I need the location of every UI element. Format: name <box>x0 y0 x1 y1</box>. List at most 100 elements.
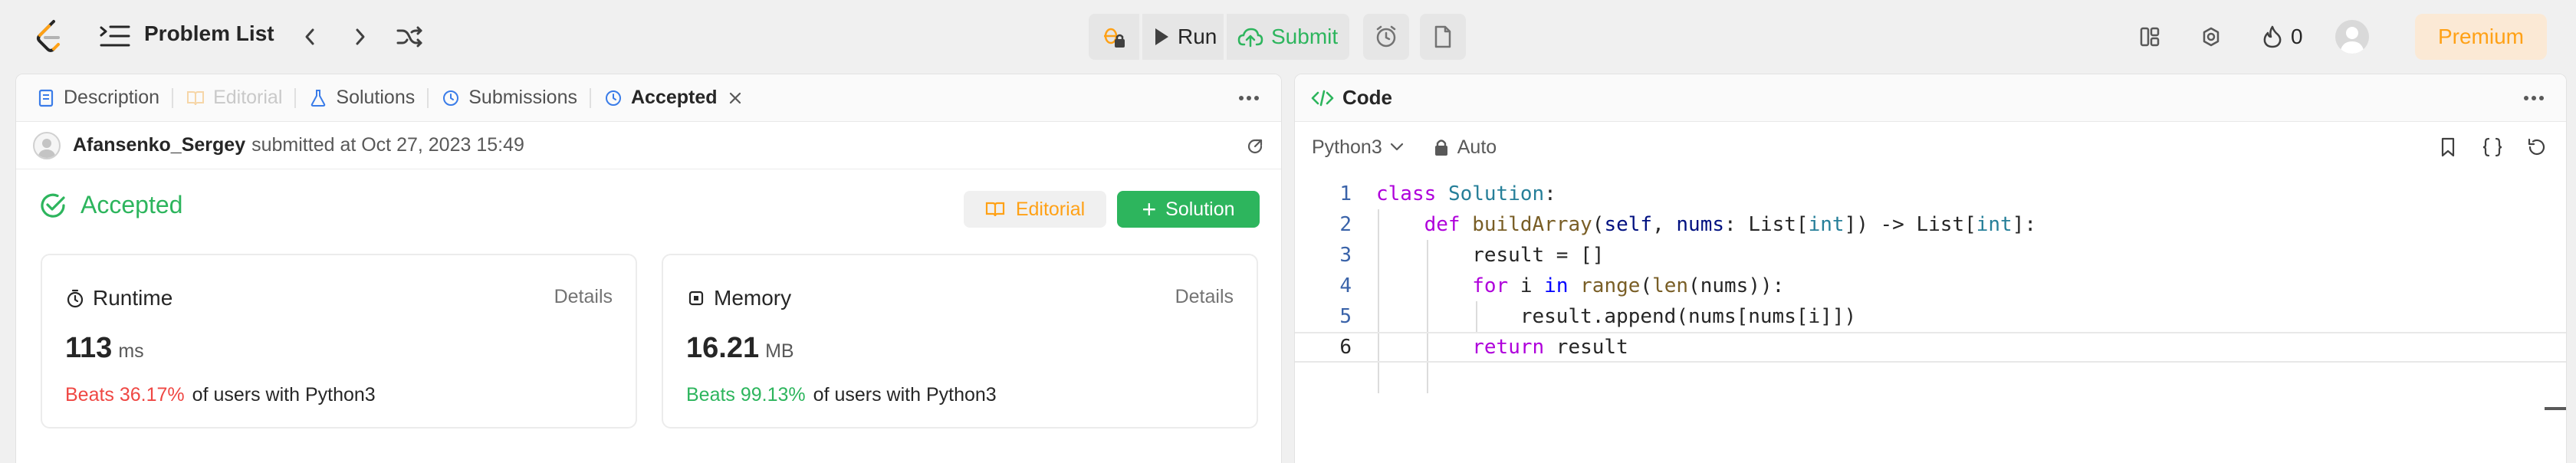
previous-problem-button[interactable] <box>294 21 325 52</box>
bookmark-button[interactable] <box>2433 132 2463 163</box>
tab-accepted-label: Accepted <box>630 87 718 108</box>
code-line-current: 6 return result <box>1295 332 2566 363</box>
layout-button[interactable] <box>2134 21 2165 52</box>
submitter-username[interactable]: Afansenko_Sergey <box>73 134 245 156</box>
premium-button[interactable]: Premium <box>2415 14 2547 60</box>
tab-description[interactable]: Description <box>30 74 166 122</box>
submission-status: Accepted <box>39 191 182 219</box>
code-text: for i in range(len(nums)): <box>1472 274 1785 297</box>
plus-icon: + <box>1142 195 1157 223</box>
stopwatch-icon <box>67 289 84 308</box>
shuffle-icon <box>396 26 422 48</box>
runtime-number: 113 <box>65 332 113 364</box>
language-label: Python3 <box>1312 136 1382 158</box>
top-navigation-bar: Problem List Run Submit 0 Premium <box>0 0 2576 74</box>
timer-button[interactable] <box>1363 14 1409 60</box>
post-solution-button[interactable]: + Solution <box>1117 191 1260 228</box>
book-icon <box>985 202 1004 217</box>
code-line: 4 for i in range(len(nums)): <box>1295 271 2566 301</box>
document-icon <box>36 88 56 108</box>
alarm-clock-icon <box>1376 25 1396 48</box>
memory-details-link[interactable]: Details <box>1175 286 1234 308</box>
run-submit-group: Run Submit <box>1089 14 1466 60</box>
history-icon <box>603 88 623 108</box>
code-line: 5 result.append(nums[nums[i]]) <box>1295 301 2566 332</box>
tab-submissions-label: Submissions <box>468 87 577 108</box>
code-more-options-button[interactable] <box>2518 88 2549 108</box>
code-text: result = [] <box>1376 244 1605 267</box>
leetcode-logo-icon[interactable] <box>32 18 66 55</box>
share-icon[interactable] <box>1246 137 1264 156</box>
submission-panel: Description Editorial Solutions Submissi… <box>15 74 1282 463</box>
editorial-button[interactable]: Editorial <box>964 191 1106 228</box>
code-editor[interactable]: 1 class Solution: 2 def buildArray(self,… <box>1295 179 2566 463</box>
chevron-right-icon <box>356 28 365 45</box>
runtime-unit: ms <box>118 340 144 362</box>
code-line: 1 class Solution: <box>1295 179 2566 209</box>
runtime-title: Runtime <box>93 286 173 310</box>
flask-icon <box>308 88 328 108</box>
format-code-button[interactable] <box>2477 132 2508 163</box>
tab-solutions[interactable]: Solutions <box>302 74 421 122</box>
memory-beats-percent: Beats 99.13% <box>686 384 806 406</box>
check-circle-icon <box>41 193 65 218</box>
more-options-button[interactable] <box>1234 88 1264 108</box>
memory-card[interactable]: Memory Details 16.21 MB Beats 99.13% of u… <box>662 254 1258 429</box>
code-text: def buildArray(self, nums: List[int]) ->… <box>1424 213 2037 236</box>
line-number: 4 <box>1339 274 1352 297</box>
tab-editorial-label: Editorial <box>213 87 283 108</box>
runtime-card[interactable]: Runtime Details 113 ms Beats 36.17% of us… <box>41 254 637 429</box>
memory-beats: Beats 99.13% of users with Python3 <box>686 384 997 406</box>
streak-count: 0 <box>2291 25 2303 48</box>
overview-ruler-marker <box>2545 407 2566 410</box>
code-text: class Solution: <box>1376 182 1556 205</box>
memory-header: Memory <box>686 286 791 310</box>
editor-toolbar: Python3 Auto <box>1295 122 2566 172</box>
debug-button[interactable] <box>1089 14 1139 60</box>
chevron-down-icon <box>1390 143 1403 151</box>
notes-button[interactable] <box>1420 14 1466 60</box>
runtime-details-link[interactable]: Details <box>554 286 613 308</box>
code-brackets-icon <box>1311 90 1334 106</box>
user-avatar[interactable] <box>2335 20 2369 54</box>
runtime-beats-text: of users with Python3 <box>192 384 376 406</box>
solution-button-label: Solution <box>1165 198 1235 220</box>
streak-button[interactable] <box>2257 21 2288 52</box>
chip-icon <box>688 291 704 306</box>
tab-code[interactable]: Code <box>1310 86 1392 110</box>
problem-list-link[interactable]: Problem List <box>144 21 274 46</box>
editor-tools <box>2433 122 2566 172</box>
tab-editorial[interactable]: Editorial <box>179 74 288 122</box>
reset-code-button[interactable] <box>2522 132 2552 163</box>
run-button[interactable]: Run <box>1142 14 1224 60</box>
auto-mode-label: Auto <box>1457 136 1497 158</box>
random-problem-button[interactable] <box>394 21 425 52</box>
code-text: result.append(nums[nums[i]]) <box>1376 305 1857 328</box>
submit-label: Submit <box>1271 25 1339 48</box>
line-number: 3 <box>1339 244 1352 267</box>
curly-braces-icon <box>2482 137 2502 157</box>
status-label: Accepted <box>80 191 183 218</box>
history-icon <box>441 88 461 108</box>
runtime-beats-percent: Beats 36.17% <box>65 384 185 406</box>
reset-icon <box>2528 138 2545 156</box>
memory-value: 16.21 MB <box>686 332 794 365</box>
line-number: 6 <box>1339 336 1352 359</box>
close-icon[interactable] <box>727 90 744 107</box>
settings-button[interactable] <box>2196 21 2226 52</box>
tab-submissions[interactable]: Submissions <box>435 74 583 122</box>
submit-button[interactable]: Submit <box>1227 14 1349 60</box>
more-horizontal-icon <box>1239 96 1259 100</box>
chevron-left-icon <box>305 28 314 45</box>
submitter-avatar[interactable] <box>33 131 61 159</box>
lock-icon <box>1434 140 1447 156</box>
tab-accepted[interactable]: Accepted <box>597 74 750 122</box>
memory-title: Memory <box>714 286 792 310</box>
language-select[interactable]: Python3 <box>1312 136 1404 159</box>
submission-timestamp: submitted at Oct 27, 2023 15:49 <box>251 134 524 156</box>
next-problem-button[interactable] <box>345 21 376 52</box>
auto-mode-toggle[interactable]: Auto <box>1434 136 1497 159</box>
editorial-button-label: Editorial <box>1015 198 1086 220</box>
tab-divider <box>294 87 297 108</box>
problem-list-icon[interactable] <box>100 23 130 49</box>
